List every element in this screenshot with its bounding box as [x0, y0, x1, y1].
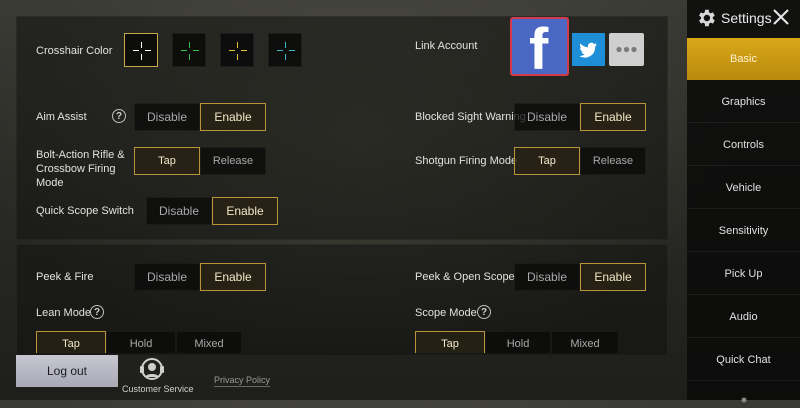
more-accounts-button[interactable] [609, 33, 644, 66]
gear-icon [699, 9, 715, 27]
aim-assist-help-icon[interactable]: ? [112, 109, 126, 123]
shotgun-firing-mode-label: Shotgun Firing Mode [415, 155, 518, 167]
aim-assist-toggle: Disable Enable [134, 103, 266, 131]
bolt-action-firing-mode-toggle: Tap Release [134, 147, 266, 175]
close-button[interactable] [770, 6, 792, 28]
sidebar-item-vehicle[interactable]: Vehicle [687, 167, 800, 209]
sidebar-more-indicator [727, 390, 761, 403]
scope-mode-label: Scope Mode [415, 307, 477, 319]
aim-assist-label: Aim Assist [36, 111, 87, 123]
more-icon [616, 46, 637, 53]
lean-mode-label: Lean Mode [36, 307, 92, 319]
quick-scope-enable-button[interactable]: Enable [212, 197, 278, 225]
lean-mode-help-icon[interactable]: ? [90, 305, 104, 319]
sidebar-item-pick-up[interactable]: Pick Up [687, 253, 800, 295]
crosshair-color-cyan[interactable] [268, 33, 302, 67]
crosshair-icon [221, 34, 253, 66]
sidebar-item-basic[interactable]: Basic [687, 38, 800, 80]
peek-fire-label: Peek & Fire [36, 271, 94, 283]
scope-mode-hold-button[interactable]: Hold [485, 331, 551, 353]
shotgun-release-button[interactable]: Release [580, 147, 646, 175]
scope-mode-help-icon[interactable]: ? [477, 305, 491, 319]
facebook-icon: f [529, 17, 549, 82]
scope-mode-toggle: Tap Hold Mixed [415, 331, 619, 353]
blocked-sight-toggle: Disable Enable [514, 103, 646, 131]
peek-fire-disable-button[interactable]: Disable [134, 263, 200, 291]
crosshair-color-green[interactable] [172, 33, 206, 67]
settings-title: Settings [721, 10, 772, 26]
aim-assist-disable-button[interactable]: Disable [134, 103, 200, 131]
shotgun-firing-mode-toggle: Tap Release [514, 147, 646, 175]
peek-fire-enable-button[interactable]: Enable [200, 263, 266, 291]
lean-mode-hold-button[interactable]: Hold [106, 331, 176, 353]
lean-mode-mixed-button[interactable]: Mixed [176, 331, 242, 353]
peek-open-scope-enable-button[interactable]: Enable [580, 263, 646, 291]
customer-service-button[interactable] [135, 356, 169, 384]
aim-assist-enable-button[interactable]: Enable [200, 103, 266, 131]
sidebar-item-audio[interactable]: Audio [687, 296, 800, 338]
crosshair-icon [125, 34, 157, 66]
privacy-policy-link[interactable]: Privacy Policy [214, 375, 271, 387]
more-icon [741, 397, 747, 403]
sidebar-item-quick-chat[interactable]: Quick Chat [687, 339, 800, 381]
scope-mode-tap-button[interactable]: Tap [415, 331, 485, 353]
settings-sidebar: Settings Basic Graphics Controls Vehicle… [687, 0, 800, 403]
link-account-label: Link Account [415, 40, 478, 52]
scope-mode-mixed-button[interactable]: Mixed [551, 331, 619, 353]
lean-mode-tap-button[interactable]: Tap [36, 331, 106, 353]
facebook-link-button[interactable]: f [510, 17, 569, 81]
customer-service-label: Customer Service [122, 384, 194, 394]
crosshair-color-yellow[interactable] [220, 33, 254, 67]
blocked-sight-enable-button[interactable]: Enable [580, 103, 646, 131]
bolt-action-firing-mode-label: Bolt-Action Rifle & Crossbow Firing Mode [36, 149, 125, 189]
crosshair-color-label: Crosshair Color [36, 45, 113, 57]
shotgun-tap-button[interactable]: Tap [514, 147, 580, 175]
headset-icon [140, 358, 164, 380]
peek-open-scope-disable-button[interactable]: Disable [514, 263, 580, 291]
crosshair-icon [173, 34, 205, 66]
logout-button[interactable]: Log out [16, 355, 118, 387]
peek-open-scope-toggle: Disable Enable [514, 263, 646, 291]
quick-scope-disable-button[interactable]: Disable [146, 197, 212, 225]
twitter-link-button[interactable] [572, 33, 605, 66]
close-icon [773, 9, 789, 25]
quick-scope-switch-label: Quick Scope Switch [36, 205, 134, 217]
bolt-action-release-button[interactable]: Release [200, 147, 266, 175]
blocked-sight-warning-label: Blocked Sight Warning [415, 111, 526, 123]
peek-fire-toggle: Disable Enable [134, 263, 266, 291]
sidebar-item-controls[interactable]: Controls [687, 124, 800, 166]
crosshair-icon [269, 34, 301, 66]
bolt-action-tap-button[interactable]: Tap [134, 147, 200, 175]
crosshair-color-white[interactable] [124, 33, 158, 67]
sidebar-item-sensitivity[interactable]: Sensitivity [687, 210, 800, 252]
quick-scope-toggle: Disable Enable [146, 197, 278, 225]
sidebar-item-graphics[interactable]: Graphics [687, 81, 800, 123]
lean-mode-toggle: Tap Hold Mixed [36, 331, 242, 353]
twitter-icon [579, 42, 597, 58]
peek-open-scope-label: Peek & Open Scope [415, 271, 515, 283]
blocked-sight-disable-button[interactable]: Disable [514, 103, 580, 131]
